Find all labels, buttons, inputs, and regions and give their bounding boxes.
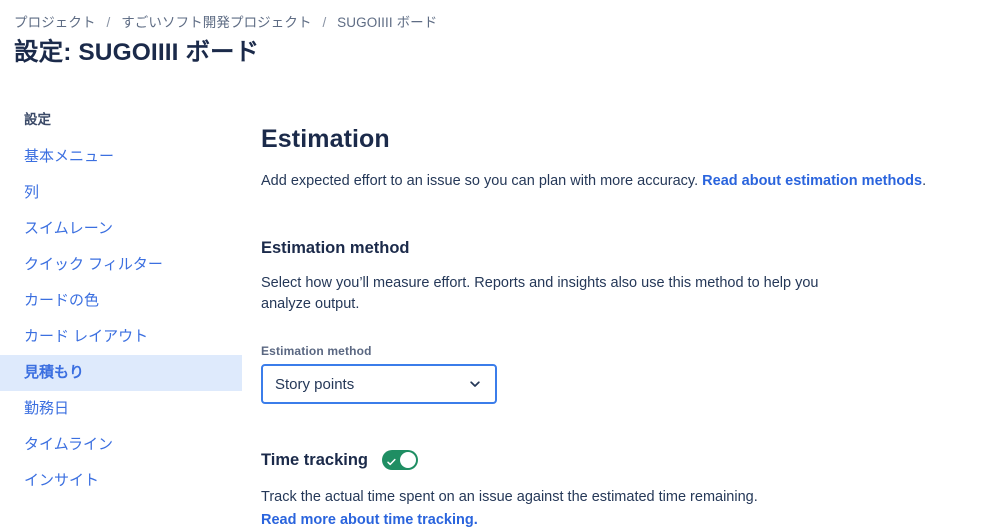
chevron-down-icon — [467, 376, 483, 392]
sidebar-item-working-days[interactable]: 勤務日 — [0, 391, 242, 427]
page-title: 設定: SUGOIIII ボード — [14, 39, 260, 66]
estimation-intro-period: . — [922, 173, 927, 189]
settings-page: プロジェクト / すごいソフト開発プロジェクト / SUGOIIII ボード 設… — [0, 0, 1000, 528]
estimation-method-field-label: Estimation method — [261, 344, 372, 358]
read-more-about-time-tracking-link[interactable]: Read more about time tracking. — [261, 512, 478, 528]
sidebar-item-swimlanes[interactable]: スイムレーン — [0, 211, 242, 247]
sidebar-item-estimation[interactable]: 見積もり — [0, 355, 242, 391]
estimation-method-selected-value: Story points — [275, 375, 355, 393]
toggle-knob — [399, 452, 416, 468]
breadcrumb: プロジェクト / すごいソフト開発プロジェクト / SUGOIIII ボード — [14, 11, 437, 31]
estimation-method-description: Select how you’ll measure effort. Report… — [261, 275, 819, 312]
breadcrumb-item-board[interactable]: SUGOIIII ボード — [337, 15, 437, 30]
main-content: Estimation Add expected effort to an iss… — [261, 124, 961, 531]
sidebar-item-insights[interactable]: インサイト — [0, 463, 242, 499]
breadcrumb-item-project[interactable]: すごいソフト開発プロジェクト — [121, 15, 311, 30]
breadcrumb-item-projects[interactable]: プロジェクト — [14, 15, 96, 30]
estimation-method-select[interactable]: Story points — [261, 364, 497, 404]
time-tracking-description: Track the actual time spent on an issue … — [261, 489, 758, 505]
breadcrumb-separator: / — [322, 15, 327, 30]
sidebar-item-card-layout[interactable]: カード レイアウト — [0, 319, 242, 355]
sidebar-item-quick-filters[interactable]: クイック フィルター — [0, 247, 242, 283]
subsection-title-time-tracking: Time tracking — [261, 451, 368, 469]
estimation-intro-text: Add expected effort to an issue so you c… — [261, 171, 961, 192]
sidebar-item-basic-menu[interactable]: 基本メニュー — [0, 139, 242, 175]
estimation-intro-sentence: Add expected effort to an issue so you c… — [261, 173, 703, 189]
read-about-estimation-methods-link[interactable]: Read about estimation methods — [702, 173, 922, 189]
check-icon — [386, 455, 397, 466]
sidebar-header: 設定 — [24, 112, 51, 127]
estimation-method-field: Estimation method Story points — [261, 344, 961, 404]
sidebar-item-timeline[interactable]: タイムライン — [0, 427, 242, 463]
section-title-estimation: Estimation — [261, 125, 390, 153]
subsection-title-estimation-method: Estimation method — [261, 239, 410, 257]
sidebar-item-columns[interactable]: 列 — [0, 175, 242, 211]
time-tracking-toggle[interactable] — [381, 450, 418, 470]
estimation-method-select-wrapper: Story points — [261, 364, 497, 404]
sidebar-item-card-colors[interactable]: カードの色 — [0, 283, 242, 319]
settings-sidebar: 設定 基本メニュー 列 スイムレーン クイック フィルター カードの色 カード … — [0, 104, 242, 499]
breadcrumb-separator: / — [106, 15, 111, 30]
time-tracking-row: Time tracking — [261, 450, 961, 470]
